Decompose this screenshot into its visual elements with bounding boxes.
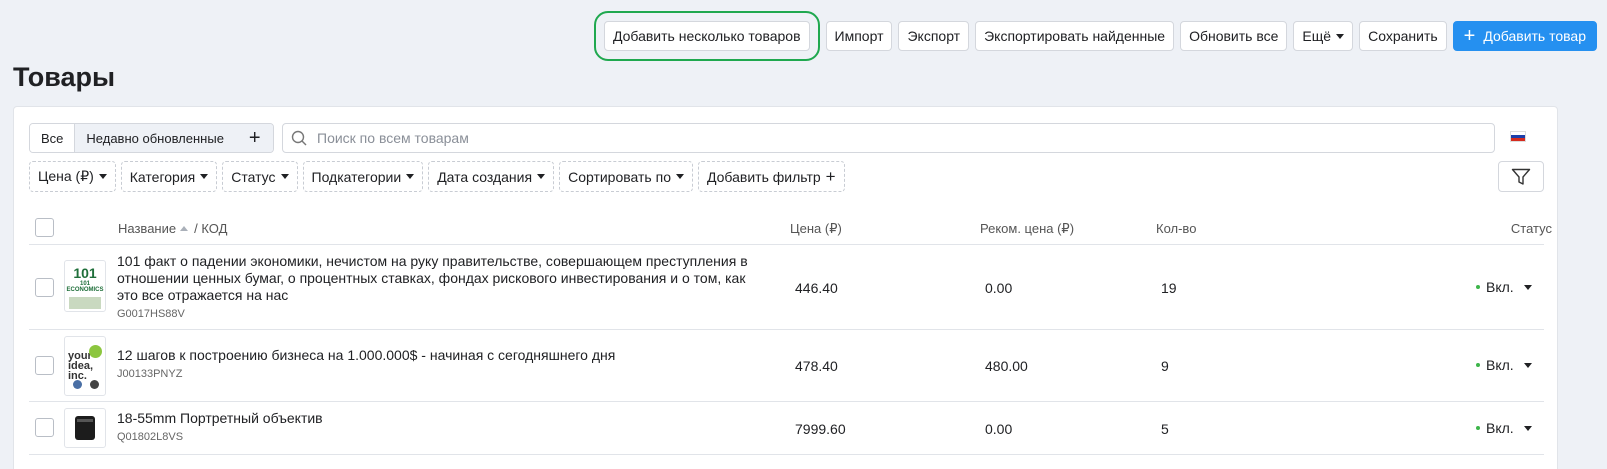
filter-status-label: Статус — [231, 168, 276, 185]
caret-down-icon — [406, 174, 415, 179]
caret-down-icon — [1523, 284, 1532, 290]
table-row[interactable]: 101 101 ECONOMICS 101 факт о падении эко… — [29, 245, 1544, 330]
product-thumbnail: your idea, inc. — [64, 336, 106, 396]
product-rec-price[interactable]: 0.00 — [985, 421, 1012, 437]
filter-sort-by[interactable]: Сортировать по — [559, 161, 693, 192]
toolbar: Добавить несколько товаров Импорт Экспор… — [593, 11, 1597, 61]
product-qty[interactable]: 5 — [1161, 421, 1169, 437]
product-thumbnail — [64, 408, 106, 448]
sort-asc-icon — [180, 226, 189, 232]
import-button[interactable]: Импорт — [825, 21, 893, 51]
table-header: Название / КОД Цена (₽) Реком. цена (₽) К… — [29, 211, 1552, 245]
status-dot-icon — [1476, 363, 1480, 367]
caret-down-icon — [1523, 362, 1532, 368]
search-input[interactable] — [317, 130, 1400, 146]
status-dropdown[interactable]: Вкл. — [1476, 279, 1532, 295]
view-tabs: Все Недавно обновленные + — [29, 123, 274, 153]
status-label: Вкл. — [1486, 420, 1514, 436]
status-dropdown[interactable]: Вкл. — [1476, 420, 1532, 436]
more-dropdown-button[interactable]: Ещё — [1293, 21, 1354, 51]
add-product-button[interactable]: + Добавить товар — [1452, 21, 1597, 51]
products-card: Все Недавно обновленные + Цена (₽) Катег… — [13, 106, 1558, 469]
product-rec-price[interactable]: 0.00 — [985, 280, 1012, 296]
product-rec-price[interactable]: 480.00 — [985, 358, 1028, 374]
filter-status[interactable]: Статус — [222, 161, 298, 192]
add-filter-button[interactable]: Добавить фильтр + — [697, 161, 845, 192]
caret-down-icon — [200, 174, 209, 179]
status-dot-icon — [1476, 285, 1480, 289]
caret-down-icon — [1523, 425, 1532, 431]
filter-category[interactable]: Категория — [120, 161, 218, 192]
product-sku: J00133PNYZ — [117, 368, 183, 380]
column-rec-price[interactable]: Реком. цена (₽) — [980, 221, 1074, 237]
table-row[interactable]: your idea, inc. 12 шагов к построению би… — [29, 330, 1544, 402]
add-multiple-products-button[interactable]: Добавить несколько товаров — [593, 11, 820, 61]
save-button[interactable]: Сохранить — [1359, 21, 1447, 51]
filter-created-label: Дата создания — [437, 168, 533, 185]
filter-created-date[interactable]: Дата создания — [428, 161, 555, 192]
add-tab-plus-icon[interactable]: + — [234, 124, 273, 152]
filter-funnel-button[interactable] — [1498, 161, 1544, 192]
select-all-checkbox[interactable] — [35, 218, 54, 237]
column-name[interactable]: Название / КОД — [118, 221, 227, 236]
funnel-icon — [1511, 168, 1531, 185]
product-price[interactable]: 478.40 — [795, 358, 838, 374]
table-row[interactable]: 18-55mm Портретный объектив Q01802L8VS 7… — [29, 402, 1544, 455]
row-checkbox[interactable] — [35, 356, 54, 375]
caret-down-icon — [537, 174, 546, 179]
status-dot-icon — [1476, 426, 1480, 430]
product-qty[interactable]: 19 — [1161, 280, 1177, 296]
caret-down-icon — [280, 174, 289, 179]
product-name[interactable]: 101 факт о падении экономики, нечистом н… — [117, 253, 767, 304]
product-name[interactable]: 18-55mm Портретный объектив — [117, 410, 767, 427]
caret-down-icon — [98, 174, 107, 179]
product-sku: Q01802L8VS — [117, 431, 184, 443]
plus-icon: + — [1463, 25, 1476, 47]
tab-all[interactable]: Все — [30, 124, 76, 152]
product-name[interactable]: 12 шагов к построению бизнеса на 1.000.0… — [117, 347, 767, 364]
filter-bar: Цена (₽) Категория Статус Подкатегории Д… — [29, 161, 845, 192]
search-box — [282, 123, 1495, 153]
column-code-label: / КОД — [194, 221, 228, 236]
page-title: Товары — [13, 62, 116, 92]
more-label: Ещё — [1302, 28, 1332, 44]
row-checkbox[interactable] — [35, 418, 54, 437]
status-dropdown[interactable]: Вкл. — [1476, 357, 1532, 373]
product-qty[interactable]: 9 — [1161, 358, 1169, 374]
add-filter-label: Добавить фильтр — [706, 168, 821, 185]
filter-price[interactable]: Цена (₽) — [29, 161, 116, 192]
column-status[interactable]: Статус — [1511, 221, 1552, 236]
add-product-label: Добавить товар — [1483, 28, 1586, 44]
caret-down-icon — [1336, 33, 1345, 39]
column-qty[interactable]: Кол-во — [1156, 221, 1196, 236]
product-price[interactable]: 446.40 — [795, 280, 838, 296]
row-checkbox[interactable] — [35, 278, 54, 297]
search-icon — [291, 130, 307, 146]
filter-subcategories-label: Подкатегории — [311, 168, 402, 185]
product-thumbnail: 101 101 ECONOMICS — [64, 260, 106, 312]
product-price[interactable]: 7999.60 — [795, 421, 846, 437]
filter-category-label: Категория — [129, 168, 196, 185]
plus-icon: + — [825, 166, 836, 186]
column-price[interactable]: Цена (₽) — [790, 221, 842, 237]
filter-subcategories[interactable]: Подкатегории — [302, 161, 424, 192]
filter-sort-label: Сортировать по — [568, 168, 671, 185]
column-name-label: Название — [118, 221, 177, 236]
product-sku: G0017HS88V — [117, 308, 185, 320]
filter-price-label: Цена (₽) — [38, 168, 94, 184]
export-found-button[interactable]: Экспортировать найденные — [975, 21, 1175, 51]
thumb-caption: 101 ECONOMICS — [66, 281, 104, 293]
status-label: Вкл. — [1486, 279, 1514, 295]
update-all-button[interactable]: Обновить все — [1180, 21, 1288, 51]
status-label: Вкл. — [1486, 357, 1514, 373]
russian-flag-icon[interactable] — [1510, 131, 1526, 142]
caret-down-icon — [675, 174, 684, 179]
tab-recently-updated[interactable]: Недавно обновленные — [75, 124, 235, 152]
export-button[interactable]: Экспорт — [898, 21, 970, 51]
